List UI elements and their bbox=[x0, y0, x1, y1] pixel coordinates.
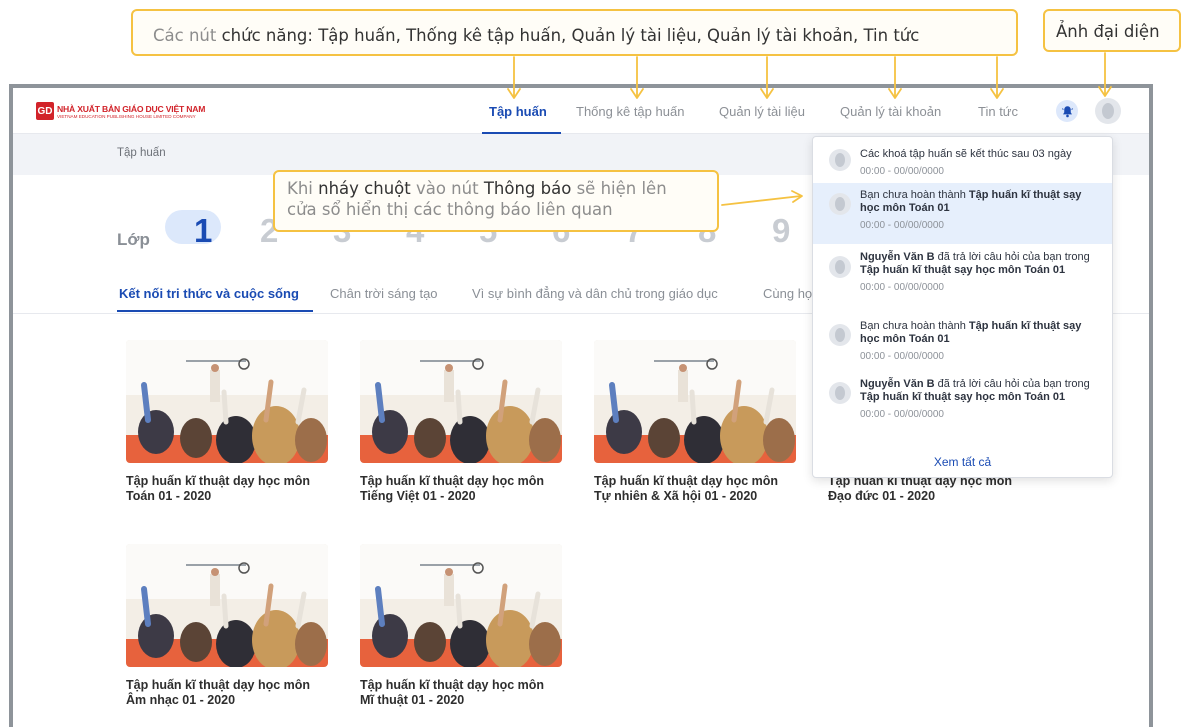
notification-item[interactable]: Nguyễn Văn B đã trả lời câu hỏi của bạn … bbox=[813, 372, 1112, 442]
course-title: Tập huấn kĩ thuật dạy học môn Mĩ thuật 01… bbox=[360, 678, 545, 708]
notification-item[interactable]: Nguyễn Văn B đã trả lời câu hỏi của bạn … bbox=[813, 244, 1112, 314]
notification-avatar-icon bbox=[829, 193, 851, 215]
notification-text: Nguyễn Văn B đã trả lời câu hỏi của bạn … bbox=[860, 378, 1090, 403]
notification-text: Nguyễn Văn B đã trả lời câu hỏi của bạn … bbox=[860, 251, 1090, 276]
notification-time: 00:00 - 00/00/0000 bbox=[860, 219, 944, 231]
callout-notify-part5: sẽ hiện lên bbox=[576, 179, 667, 198]
classroom-illustration bbox=[126, 340, 328, 463]
course-card[interactable]: Tập huấn kĩ thuật dạy học môn Toán 01 - 2… bbox=[126, 340, 328, 505]
nav-tap-huan[interactable]: Tập huấn bbox=[489, 104, 547, 119]
tab-chan-troi-sang-tao[interactable]: Chân trời sáng tạo bbox=[330, 286, 438, 301]
logo-subtitle: VIETNAM EDUCATION PUBLISHING HOUSE LIMIT… bbox=[57, 113, 196, 119]
grade-1[interactable]: 1 bbox=[194, 212, 212, 250]
notification-item[interactable]: Các khoá tập huấn sẽ kết thúc sau 03 ngà… bbox=[813, 137, 1112, 183]
callout-notify-part4: Thông báo bbox=[483, 179, 572, 198]
course-title: Tập huấn kĩ thuật dạy học môn Tiếng Việt … bbox=[360, 474, 545, 504]
logo-name: NHÀ XUẤT BẢN GIÁO DỤC VIỆT NAM bbox=[57, 103, 206, 114]
notification-time: 00:00 - 00/00/0000 bbox=[860, 350, 944, 362]
grade-label: Lớp bbox=[117, 230, 150, 249]
course-title: Tập huấn kĩ thuật dạy học môn Toán 01 - 2… bbox=[126, 474, 311, 504]
course-title: Tập huấn kĩ thuật dạy học môn Đạo đức 01 … bbox=[828, 474, 1013, 504]
course-image bbox=[126, 544, 328, 667]
callout-muted-prefix: Các nút bbox=[153, 26, 217, 45]
callout-avatar: Ảnh đại diện bbox=[1043, 9, 1181, 52]
notification-dropdown: Các khoá tập huấn sẽ kết thúc sau 03 ngà… bbox=[812, 136, 1113, 478]
notification-button[interactable] bbox=[1056, 100, 1078, 122]
course-card[interactable]: Tập huấn kĩ thuật dạy học môn Tự nhiên & … bbox=[594, 340, 796, 505]
user-avatar-icon bbox=[1102, 103, 1114, 119]
callout-notify-part3: vào nút bbox=[415, 179, 479, 198]
course-card[interactable]: Tập huấn kĩ thuật dạy học môn Mĩ thuật 01… bbox=[360, 544, 562, 709]
nav-tin-tuc[interactable]: Tin tức bbox=[978, 104, 1018, 119]
callout-notify-line2: cửa sổ hiển thị các thông báo liên quan bbox=[287, 199, 613, 219]
notification-avatar-icon bbox=[829, 382, 851, 404]
grade-9[interactable]: 9 bbox=[772, 212, 790, 250]
notification-time: 00:00 - 00/00/0000 bbox=[860, 281, 944, 293]
callout-function-buttons: Các nút chức năng: Tập huấn, Thống kê tậ… bbox=[131, 9, 1018, 56]
tab-cung-hoc[interactable]: Cùng học bbox=[763, 286, 819, 301]
nav-quan-ly-tai-khoan[interactable]: Quản lý tài khoản bbox=[840, 104, 941, 119]
callout-notify-part2: nháy chuột bbox=[318, 179, 411, 198]
breadcrumb[interactable]: Tập huấn bbox=[117, 147, 166, 159]
course-image bbox=[594, 340, 796, 463]
callout-notifications: Khi nháy chuột vào nút Thông báo sẽ hiện… bbox=[273, 170, 719, 232]
callout-avatar-text: Ảnh đại diện bbox=[1056, 22, 1160, 41]
course-image bbox=[360, 340, 562, 463]
course-title: Tập huấn kĩ thuật dạy học môn Tự nhiên & … bbox=[594, 474, 779, 504]
notification-item[interactable]: Bạn chưa hoàn thành Tập huấn kĩ thuật sạ… bbox=[813, 314, 1112, 372]
user-avatar-button[interactable] bbox=[1095, 98, 1121, 124]
classroom-illustration bbox=[126, 544, 328, 667]
bell-icon bbox=[1061, 105, 1073, 117]
course-image bbox=[360, 544, 562, 667]
notification-text: Bạn chưa hoàn thành Tập huấn kĩ thuật sạ… bbox=[860, 189, 1082, 214]
grade-active-pill bbox=[165, 210, 221, 244]
callout-functions-text: chức năng: Tập huấn, Thống kê tập huấn, … bbox=[221, 26, 920, 45]
notification-time: 00:00 - 00/00/0000 bbox=[860, 165, 944, 177]
publisher-active-underline bbox=[117, 310, 313, 312]
notification-text: Bạn chưa hoàn thành Tập huấn kĩ thuật sạ… bbox=[860, 320, 1082, 345]
classroom-illustration bbox=[360, 340, 562, 463]
course-card[interactable]: Tập huấn kĩ thuật dạy học môn Tiếng Việt … bbox=[360, 340, 562, 505]
notification-time: 00:00 - 00/00/0000 bbox=[860, 408, 944, 420]
see-all-notifications-link[interactable]: Xem tất cả bbox=[813, 455, 1112, 469]
classroom-illustration bbox=[594, 340, 796, 463]
classroom-illustration bbox=[360, 544, 562, 667]
callout-notify-part1: Khi bbox=[287, 179, 313, 198]
top-navbar: GD NHÀ XUẤT BẢN GIÁO DỤC VIỆT NAM VIETNA… bbox=[13, 88, 1149, 134]
notification-avatar-icon bbox=[829, 256, 851, 278]
notification-item[interactable]: Bạn chưa hoàn thành Tập huấn kĩ thuật sạ… bbox=[813, 183, 1112, 244]
notification-avatar-icon bbox=[829, 149, 851, 171]
publisher-logo[interactable]: GD NHÀ XUẤT BẢN GIÁO DỤC VIỆT NAM VIETNA… bbox=[36, 99, 205, 123]
notification-text: Các khoá tập huấn sẽ kết thúc sau 03 ngà… bbox=[860, 148, 1072, 160]
tab-vi-su-binh-dang[interactable]: Vì sự bình đẳng và dân chủ trong giáo dụ… bbox=[472, 286, 718, 301]
course-title: Tập huấn kĩ thuật dạy học môn Âm nhạc 01 … bbox=[126, 678, 311, 708]
tab-ket-noi-tri-thuc[interactable]: Kết nối tri thức và cuộc sống bbox=[119, 286, 299, 301]
nav-thong-ke-tap-huan[interactable]: Thống kê tập huấn bbox=[576, 104, 684, 119]
logo-mark: GD bbox=[36, 102, 54, 120]
course-card[interactable]: Tập huấn kĩ thuật dạy học môn Âm nhạc 01 … bbox=[126, 544, 328, 709]
notification-avatar-icon bbox=[829, 324, 851, 346]
course-image bbox=[126, 340, 328, 463]
nav-quan-ly-tai-lieu[interactable]: Quản lý tài liệu bbox=[719, 104, 805, 119]
